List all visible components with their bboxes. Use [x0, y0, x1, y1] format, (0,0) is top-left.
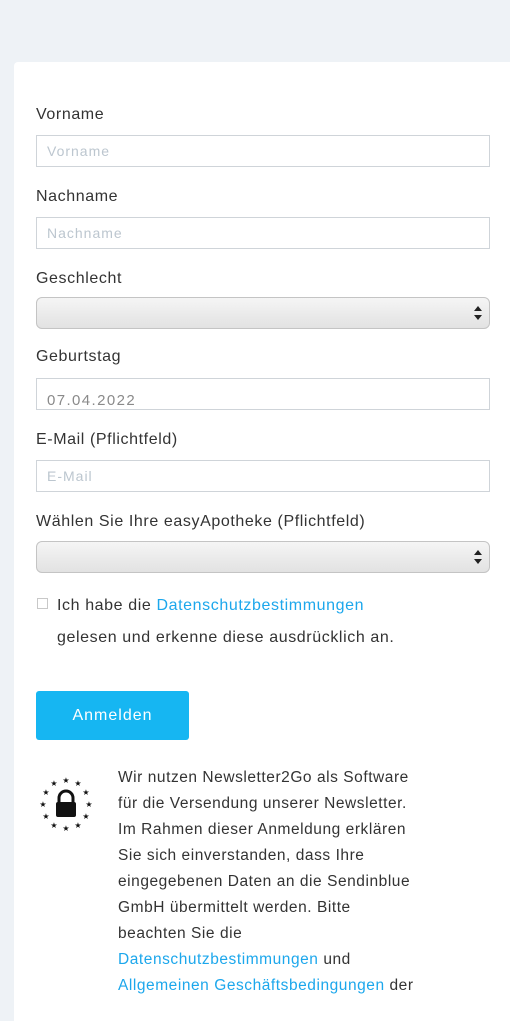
last-name-input[interactable]: [36, 217, 490, 249]
gender-select[interactable]: [36, 297, 490, 329]
svg-text:★: ★: [42, 812, 49, 821]
info-line: Im Rahmen dieser Anmeldung erklären: [118, 821, 407, 838]
consent-text-after: gelesen und erkenne diese ausdrücklich a…: [57, 629, 395, 646]
svg-text:★: ★: [82, 788, 89, 797]
info-and-text: und: [318, 951, 351, 968]
info-line: GmbH übermittelt werden. Bitte: [118, 899, 351, 916]
email-label: E-Mail (Pflichtfeld): [36, 431, 178, 448]
info-line: Sie sich einverstanden, dass Ihre: [118, 847, 365, 864]
consent-text: Ich habe die Datenschutzbestimmungen gel…: [57, 590, 497, 654]
pharmacy-select[interactable]: [36, 541, 490, 573]
info-privacy-link[interactable]: Datenschutzbestimmungen: [118, 951, 318, 968]
info-line: Wir nutzen Newsletter2Go als Software: [118, 769, 409, 786]
consent-checkbox[interactable]: [37, 598, 48, 609]
email-input[interactable]: [36, 460, 490, 492]
pharmacy-label: Wählen Sie Ihre easyApotheke (Pflichtfel…: [36, 513, 366, 530]
first-name-label: Vorname: [36, 106, 105, 123]
select-arrows-icon: [474, 306, 482, 320]
info-line: eingegebenen Daten an die Sendinblue: [118, 873, 411, 890]
svg-text:★: ★: [85, 800, 92, 809]
last-name-label: Nachname: [36, 188, 119, 205]
info-terms-link[interactable]: Allgemeinen Geschäftsbedingungen: [118, 977, 385, 994]
svg-text:★: ★: [62, 776, 69, 785]
svg-text:★: ★: [50, 821, 57, 830]
consent-privacy-link[interactable]: Datenschutzbestimmungen: [156, 597, 364, 614]
svg-text:★: ★: [82, 812, 89, 821]
newsletter-info-text: Wir nutzen Newsletter2Go als Software fü…: [118, 765, 510, 999]
svg-text:★: ★: [74, 821, 81, 830]
svg-text:★: ★: [50, 779, 57, 788]
select-arrows-icon: [474, 550, 482, 564]
info-line: beachten Sie die: [118, 925, 243, 942]
birthday-label: Geburtstag: [36, 348, 122, 365]
svg-text:★: ★: [42, 788, 49, 797]
info-line: für die Versendung unserer Newsletter.: [118, 795, 407, 812]
info-after-terms: der: [384, 977, 414, 994]
consent-text-before: Ich habe die: [57, 597, 157, 614]
svg-text:★: ★: [62, 824, 69, 833]
first-name-input[interactable]: [36, 135, 490, 167]
birthday-input[interactable]: [36, 378, 490, 410]
svg-text:★: ★: [39, 800, 46, 809]
gender-label: Geschlecht: [36, 270, 123, 287]
svg-text:★: ★: [74, 779, 81, 788]
submit-button[interactable]: Anmelden: [36, 691, 189, 740]
gdpr-lock-stars-icon: ★ ★ ★ ★ ★ ★ ★ ★ ★ ★ ★ ★: [39, 776, 92, 833]
